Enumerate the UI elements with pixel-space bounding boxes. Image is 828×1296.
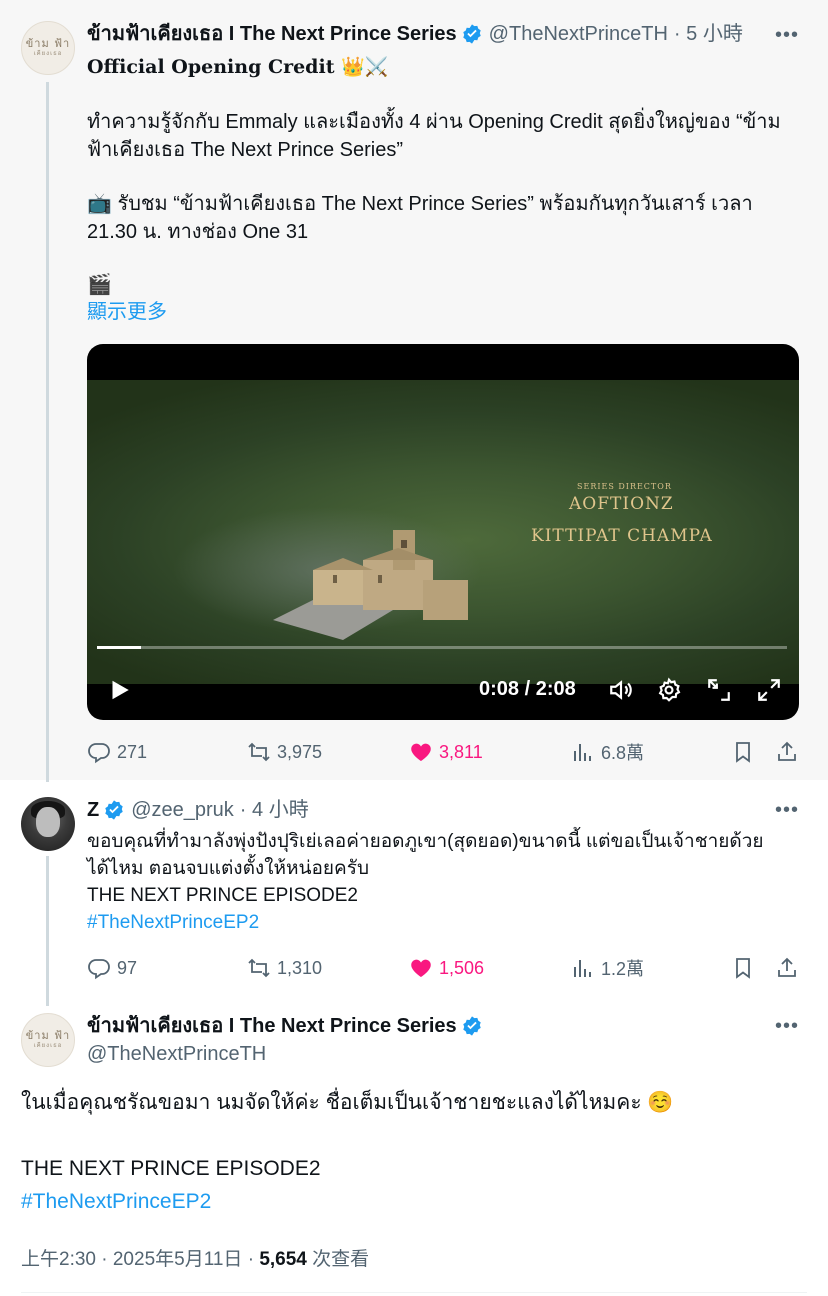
like-button[interactable]: 1,506	[409, 953, 484, 983]
tweet-1-paragraph-2: 📺 รับชม “ข้ามฟ้าเคียงเธอ The Next Prince…	[87, 193, 753, 243]
like-icon	[411, 959, 431, 977]
settings-icon[interactable]	[651, 672, 687, 708]
video-progress-bar[interactable]	[97, 646, 787, 649]
video-frame: SERIES DIRECTOR AOFTIONZ KITTIPAT CHAMPA	[87, 380, 799, 684]
repost-icon	[248, 742, 270, 762]
tweet-3-line-2: THE NEXT PRINCE EPISODE2	[21, 1157, 321, 1180]
share-button[interactable]	[775, 737, 805, 767]
reply-author-avatar[interactable]	[21, 797, 75, 851]
bookmark-icon	[736, 958, 750, 979]
repost-icon	[248, 958, 270, 978]
views-icon	[574, 960, 591, 977]
castle-image	[273, 530, 468, 640]
video-credit-name-1: AOFTIONZ	[569, 494, 674, 514]
verified-badge-icon	[105, 800, 123, 820]
play-icon[interactable]	[101, 672, 137, 708]
tweet-1-title: Official Opening Credit 👑⚔️	[87, 56, 389, 78]
tweet-1-paragraph-1: ทำความรู้จักกับ Emmaly และเมืองทั้ง 4 ผ่…	[87, 111, 781, 161]
more-icon[interactable]: •••	[775, 1014, 799, 1038]
like-icon	[411, 743, 431, 761]
show-more-link[interactable]: 顯示更多	[87, 298, 167, 326]
author-handle[interactable]: @TheNextPrinceTH	[489, 21, 668, 47]
tweet-3-meta: 上午2:30 · 2025年5月11日 · 5,654 次查看	[21, 1244, 369, 1271]
tweet-2-line-3: THE NEXT PRINCE EPISODE2	[87, 885, 358, 906]
volume-icon[interactable]	[603, 672, 639, 708]
tweet-1-header: ข้ามฟ้าเคียงเธอ I The Next Prince Series…	[87, 21, 743, 47]
clapper-emoji: 🎬	[87, 274, 112, 296]
divider	[21, 1292, 807, 1293]
reply-count: 271	[117, 741, 148, 762]
thread-line	[46, 82, 49, 782]
views-count: 6.8萬	[601, 743, 645, 763]
like-count: 3,811	[439, 741, 483, 762]
like-count: 1,506	[439, 957, 485, 978]
fullscreen-icon[interactable]	[751, 672, 787, 708]
views-label: 次查看	[306, 1249, 370, 1270]
reply-button[interactable]: 271	[87, 737, 147, 767]
hashtag-link[interactable]: #TheNextPrinceEP2	[21, 1188, 211, 1216]
repost-button[interactable]: 1,310	[247, 953, 322, 983]
tweet-2-line-2: ได้ไหม ตอนจบแต่งตั้งให้หน่อยครับ	[87, 858, 370, 879]
more-icon[interactable]: •••	[775, 798, 799, 822]
video-credit-name-2: KITTIPAT CHAMPA	[531, 526, 713, 546]
reply-icon	[88, 743, 110, 764]
like-button[interactable]: 3,811	[409, 737, 483, 767]
tweet-2-header: Z @zee_pruk · 4 小時	[87, 797, 309, 823]
bookmark-button[interactable]	[731, 953, 761, 983]
views-button[interactable]: 6.8萬	[571, 737, 644, 767]
video-controls: 0:08 / 2:08	[87, 672, 799, 708]
thread-line-2	[46, 856, 49, 1006]
avatar-logo-subtext: เคียงเธอ	[33, 50, 63, 57]
tweet-3-header: ข้ามฟ้าเคียงเธอ I The Next Prince Series	[87, 1013, 489, 1039]
tweet-time[interactable]: · 5 小時	[674, 21, 743, 47]
repost-count: 3,975	[277, 741, 323, 762]
hashtag-link[interactable]: #TheNextPrinceEP2	[87, 909, 259, 937]
bookmark-icon	[736, 742, 750, 763]
bookmark-button[interactable]	[731, 737, 761, 767]
author-name[interactable]: ข้ามฟ้าเคียงเธอ I The Next Prince Series	[87, 1013, 457, 1039]
tweet-1-actions: 271 3,975 3,811 6.8萬	[87, 737, 799, 767]
tweet-2-actions: 97 1,310 1,506 1.2萬	[87, 953, 799, 983]
tweet-timestamp[interactable]: 上午2:30 · 2025年5月11日 ·	[21, 1249, 259, 1270]
video-credit-title: SERIES DIRECTOR	[577, 482, 672, 491]
author-name[interactable]: Z	[87, 797, 99, 823]
avatar-logo-subtext: เคียงเธอ	[33, 1042, 63, 1049]
author-handle[interactable]: @TheNextPrinceTH	[87, 1041, 266, 1067]
reply-count: 97	[117, 957, 138, 978]
verified-badge-icon	[462, 24, 481, 44]
repost-count: 1,310	[277, 957, 323, 978]
author-handle[interactable]: @zee_pruk	[131, 797, 234, 823]
video-progress-fill	[97, 646, 142, 649]
views-button[interactable]: 1.2萬	[571, 953, 644, 983]
views-icon	[574, 744, 591, 761]
tweet-2-line-1: ขอบคุณที่ทำมาลังพุ่งปังปุริเย่เลอค่ายอดภ…	[87, 831, 764, 852]
views-count: 1.2萬	[601, 959, 645, 979]
verified-badge-icon	[462, 1016, 481, 1036]
avatar-logo-text: ข้าม ฟ้า	[25, 1029, 71, 1042]
more-icon[interactable]: •••	[775, 23, 799, 47]
tweet-3-handle-row: @TheNextPrinceTH	[87, 1041, 266, 1067]
repost-button[interactable]: 3,975	[247, 737, 322, 767]
share-icon	[778, 741, 796, 761]
tweet-3-line-1: ในเมื่อคุณชรัณขอมา นมจัดให้ค่ะ ชื่อเต็มเ…	[21, 1091, 674, 1114]
share-button[interactable]	[775, 953, 805, 983]
author-name[interactable]: ข้ามฟ้าเคียงเธอ I The Next Prince Series	[87, 21, 457, 47]
reply-button[interactable]: 97	[87, 953, 137, 983]
avatar-logo-text: ข้าม ฟ้า	[25, 37, 71, 50]
views-count: 5,654	[259, 1249, 307, 1270]
video-time-readout: 0:08 / 2:08	[479, 678, 576, 700]
author-avatar[interactable]: ข้าม ฟ้า เคียงเธอ	[21, 21, 75, 75]
pip-icon[interactable]	[701, 672, 737, 708]
reply-icon	[88, 959, 110, 980]
share-icon	[778, 957, 796, 977]
author-avatar[interactable]: ข้าม ฟ้า เคียงเธอ	[21, 1013, 75, 1067]
tweet-time[interactable]: · 4 小時	[240, 797, 309, 823]
video-player[interactable]: SERIES DIRECTOR AOFTIONZ KITTIPAT CHAMPA…	[87, 344, 799, 720]
